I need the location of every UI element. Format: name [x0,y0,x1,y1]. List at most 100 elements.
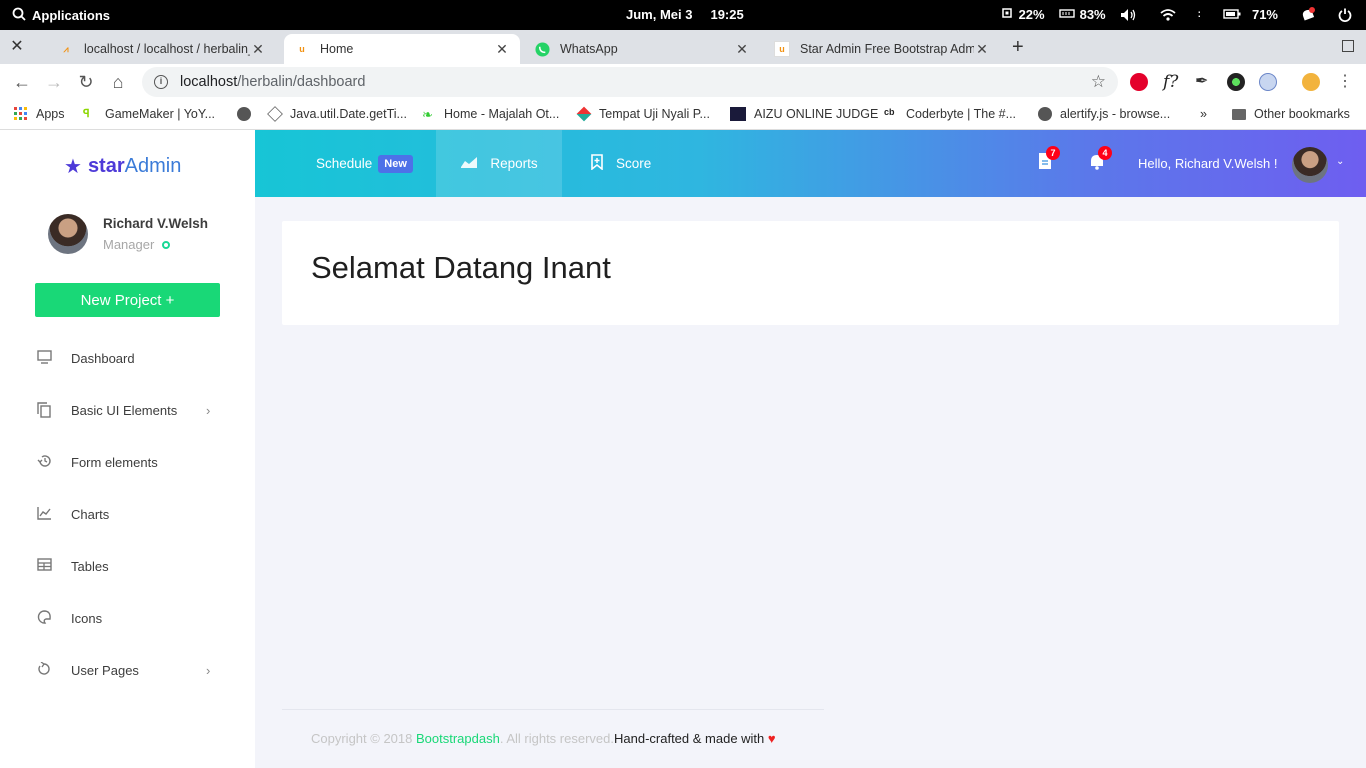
sidebar-item-user-pages[interactable]: User Pages › [0,644,255,696]
bookmark-gamemaker[interactable]: ꟼ GameMaker | YoY... [83,107,215,121]
gamemaker-icon: ꟼ [83,108,90,120]
cube-icon [576,106,592,122]
sidebar-item-tables[interactable]: Tables [0,540,255,592]
apps-grid-icon [14,107,28,121]
tab-phpmyadmin[interactable]: ⩘ localhost / localhost / herbalin_ ✕ [48,34,276,64]
top-navbar: Schedule New Reports Score 7 4 Hello, Ri… [255,130,1366,197]
footer-link[interactable]: Bootstrapdash [416,731,500,746]
address-row: ← → ↻ ⌂ i localhost/herbalin/dashboard ☆… [0,64,1366,100]
user-greeting[interactable]: Hello, Richard V.Welsh ! [1138,156,1277,171]
address-bar[interactable]: i localhost/herbalin/dashboard ☆ [142,67,1118,97]
bookmarks-overflow-button[interactable]: » [1200,107,1207,121]
bookmark-label: Apps [36,107,65,121]
sidebar-profile[interactable]: Richard V.Welsh Manager [48,214,208,254]
whatsapp-favicon-icon [534,41,550,57]
messages-count-badge: 7 [1046,146,1060,160]
os-top-bar: Applications Jum, Mei 3 19:25 22% 83% : 7… [0,0,1366,30]
role-text: Manager [103,237,155,252]
bookmark-aizu[interactable]: AIZU ONLINE JUDGE [730,107,878,121]
battery-indicator[interactable]: 71% [1223,7,1278,22]
volume-icon[interactable] [1120,8,1138,22]
bookmark-star-icon[interactable]: ☆ [1091,72,1106,92]
avatar[interactable] [1292,147,1328,183]
feather-extension-icon[interactable]: ✒ [1195,73,1213,91]
browser-menu-icon[interactable]: ⋮ [1336,73,1354,91]
staradmin-favicon-icon: u [299,44,305,54]
messages-button[interactable]: 7 [1036,146,1060,170]
bookmark-tempat-uji[interactable]: Tempat Uji Nyali P... [576,106,710,122]
tab-close-icon[interactable]: ✕ [974,41,990,58]
adblock-extension-icon[interactable] [1130,73,1148,91]
dark-reader-extension-icon[interactable] [1227,73,1245,91]
chevron-down-icon[interactable]: ⌄ [1336,156,1344,167]
nav-score[interactable]: Score [590,130,651,197]
footer-copyright: Copyright © 2018 [311,731,416,746]
bookmark-java-date[interactable] [237,107,259,121]
bookmark-plus-icon [590,153,604,174]
bookmark-java-util[interactable]: Java.util.Date.getTi... [267,106,407,122]
sidebar-item-charts[interactable]: Charts [0,488,255,540]
tab-close-icon[interactable]: ✕ [494,41,510,58]
bookmark-apps[interactable]: Apps [14,107,65,121]
bookmark-label: Tempat Uji Nyali P... [599,107,710,121]
battery-icon [1223,7,1241,22]
nav-reports[interactable]: Reports [436,130,562,197]
new-tab-button[interactable]: + [1012,36,1024,59]
notifications-button[interactable]: 4 [1088,146,1112,170]
sidebar-item-basic-ui[interactable]: Basic UI Elements › [0,384,255,436]
bookmark-other[interactable]: Other bookmarks [1232,107,1350,121]
palette-icon [36,610,52,626]
clock[interactable]: Jum, Mei 3 19:25 [626,7,744,22]
footer-crafted: Hand-crafted & made with [613,731,768,746]
bookmark-coderbyte[interactable]: cb Coderbyte | The #... [884,107,1016,121]
sidebar-item-label: Icons [71,610,103,626]
tab-star-admin[interactable]: u Star Admin Free Bootstrap Adm ✕ [764,34,1000,64]
bookmark-majalah[interactable]: ❧ Home - Majalah Ot... [422,107,559,122]
close-window-icon[interactable]: ✕ [8,38,26,56]
tab-close-icon[interactable]: ✕ [250,41,266,58]
url-host: localhost [180,74,238,90]
reload-button-icon[interactable]: ↻ [77,73,95,91]
sidebar-item-icons[interactable]: Icons [0,592,255,644]
sidebar-item-form-elements[interactable]: Form elements [0,436,255,488]
bookmark-alertify[interactable]: alertify.js - browse... [1038,107,1170,121]
notification-bell-icon[interactable] [1300,6,1316,23]
tab-whatsapp[interactable]: WhatsApp ✕ [524,34,760,64]
chart-area-icon [460,155,478,173]
tab-search-icon[interactable] [1342,40,1354,52]
new-project-button[interactable]: New Project + [35,283,220,317]
profile-avatar-icon[interactable] [1302,73,1320,91]
site-info-icon[interactable]: i [154,75,168,89]
forward-icon[interactable]: → [45,73,63,91]
nav-reports-label: Reports [490,156,538,171]
tab-close-icon[interactable]: ✕ [734,41,750,58]
bookmark-label: Other bookmarks [1254,107,1350,121]
sidebar-item-label: User Pages [71,662,139,678]
online-status-icon [162,240,171,249]
folder-icon [1232,108,1246,120]
bookmark-label: AIZU ONLINE JUDGE [754,107,879,121]
memory-indicator[interactable]: 83% [1058,7,1106,22]
bookmark-label: alertify.js - browse... [1060,107,1171,121]
sidebar-item-dashboard[interactable]: Dashboard [0,332,255,384]
globe-icon [1038,107,1052,121]
wifi-icon[interactable] [1160,8,1176,21]
home-icon[interactable]: ⌂ [109,73,127,91]
tab-home[interactable]: u Home ✕ [284,34,520,64]
nav-score-label: Score [616,156,652,171]
welcome-card: Selamat Datang Inant [282,221,1339,325]
cpu-indicator[interactable]: 22% [1000,6,1045,23]
extension-icon[interactable] [1259,73,1277,91]
memory-icon [1058,7,1075,22]
star-icon: ★ [64,156,82,178]
brand-logo[interactable]: ★ starAdmin [64,154,181,179]
back-icon[interactable]: ← [13,73,31,91]
power-icon[interactable] [1338,8,1352,22]
bookmark-label: Java.util.Date.getTi... [290,107,407,121]
applications-menu[interactable]: Applications [12,7,110,24]
formula-extension-icon[interactable]: f? [1163,73,1181,91]
brand-admin-text: Admin [124,155,182,177]
nav-schedule[interactable]: Schedule New [316,130,413,197]
bookmark-label: Coderbyte | The #... [906,107,1017,121]
sidebar-nav: Dashboard Basic UI Elements › Form eleme… [0,332,255,696]
